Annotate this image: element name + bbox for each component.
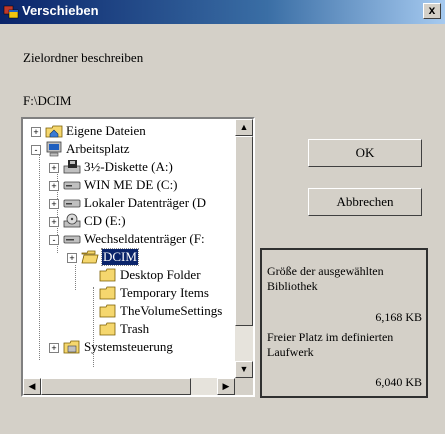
tree-item-label: Temporary Items <box>120 285 209 300</box>
floppy-drive-icon <box>63 160 81 174</box>
scrollbar-corner <box>235 378 253 395</box>
scroll-thumb[interactable] <box>235 136 253 326</box>
instruction-text: Zielordner beschreiben <box>23 50 144 65</box>
tree-item-trash[interactable]: Trash <box>23 321 235 338</box>
tree-item-label: DCIM <box>101 248 139 266</box>
tree-item-label: Eigene Dateien <box>66 123 146 138</box>
computer-icon <box>46 141 62 157</box>
tree-item-label: 3½-Diskette (A:) <box>84 159 173 174</box>
scroll-left-button[interactable]: ◀ <box>23 378 41 395</box>
move-window-icon <box>3 5 19 19</box>
expand-icon[interactable]: + <box>49 343 59 353</box>
tree-item-dcim[interactable]: + DCIM <box>23 248 235 266</box>
tree-item-label: Wechseldatenträger (F: <box>84 231 205 246</box>
tree-item-temporary-items[interactable]: Temporary Items <box>23 285 235 302</box>
hard-drive-icon <box>63 199 81 208</box>
tree-item-eigene-dateien[interactable]: + Eigene Dateien <box>23 123 235 140</box>
expand-icon[interactable]: + <box>31 127 41 137</box>
tree-item-label: Trash <box>120 321 150 336</box>
collapse-icon[interactable]: - <box>31 145 41 155</box>
close-button[interactable]: x <box>423 3 441 19</box>
vertical-scrollbar[interactable]: ▲ ▼ <box>235 119 253 378</box>
tree-item-label: Desktop Folder <box>120 267 201 282</box>
tree-item-desktop-folder[interactable]: Desktop Folder <box>23 267 235 284</box>
tree-item-drive-f[interactable]: - Wechseldatenträger (F: <box>23 231 235 248</box>
collapse-icon[interactable]: - <box>49 235 59 245</box>
cancel-button[interactable]: Abbrechen <box>308 188 422 216</box>
hard-drive-icon <box>63 181 81 190</box>
expand-icon[interactable]: + <box>49 199 59 209</box>
folder-icon <box>99 268 116 282</box>
tree-item-volume-settings[interactable]: TheVolumeSettings <box>23 303 235 320</box>
tree-item-label: TheVolumeSettings <box>120 303 223 318</box>
selected-size-value: 6,168 KB <box>375 310 422 324</box>
tree-item-label: CD (E:) <box>84 213 126 228</box>
scroll-right-button[interactable]: ▶ <box>217 378 235 395</box>
free-space-label: Freier Platz im definierten Laufwerk <box>267 330 394 359</box>
tree-item-systemsteuerung[interactable]: + Systemsteuerung <box>23 339 235 356</box>
scroll-thumb[interactable] <box>41 378 191 395</box>
scroll-down-button[interactable]: ▼ <box>235 361 253 378</box>
window-title: Verschieben <box>22 3 99 18</box>
title-bar: Verschieben x <box>0 0 445 24</box>
folder-open-icon <box>81 250 99 264</box>
expand-icon[interactable]: + <box>49 181 59 191</box>
current-path: F:\DCIM <box>23 93 72 108</box>
tree-item-label: Arbeitsplatz <box>66 141 130 156</box>
expand-icon[interactable]: + <box>49 217 59 227</box>
size-info-panel: Größe der ausgewählten Bibliothek 6,168 … <box>260 248 428 398</box>
horizontal-scrollbar[interactable]: ◀ ▶ <box>23 378 235 395</box>
folder-icon <box>99 322 116 336</box>
tree-item-drive-e[interactable]: + CD (E:) <box>23 213 235 230</box>
removable-drive-icon <box>63 235 81 244</box>
tree-item-label: WIN ME DE (C:) <box>84 177 178 192</box>
expand-icon[interactable]: + <box>49 163 59 173</box>
folder-home-icon <box>45 125 63 138</box>
folder-icon <box>99 304 116 318</box>
free-space-value: 6,040 KB <box>375 375 422 389</box>
tree-item-drive-c[interactable]: + WIN ME DE (C:) <box>23 177 235 194</box>
tree-item-drive-d[interactable]: + Lokaler Datenträger (D <box>23 195 235 212</box>
folder-icon <box>99 286 116 300</box>
tree-item-arbeitsplatz[interactable]: - Arbeitsplatz <box>23 141 235 158</box>
tree-item-label: Systemsteuerung <box>84 339 173 354</box>
cd-drive-icon <box>63 213 81 228</box>
ok-button[interactable]: OK <box>308 139 422 167</box>
folder-tree[interactable]: + Eigene Dateien - Arbeitsplatz + 3½-Dis… <box>21 117 255 397</box>
scroll-up-button[interactable]: ▲ <box>235 119 253 136</box>
tree-item-label: Lokaler Datenträger (D <box>84 195 206 210</box>
tree-content: + Eigene Dateien - Arbeitsplatz + 3½-Dis… <box>23 119 235 378</box>
expand-icon[interactable]: + <box>67 253 77 263</box>
tree-item-floppy[interactable]: + 3½-Diskette (A:) <box>23 159 235 176</box>
selected-size-label: Größe der ausgewählten Bibliothek <box>267 264 384 293</box>
control-panel-icon <box>63 340 80 354</box>
